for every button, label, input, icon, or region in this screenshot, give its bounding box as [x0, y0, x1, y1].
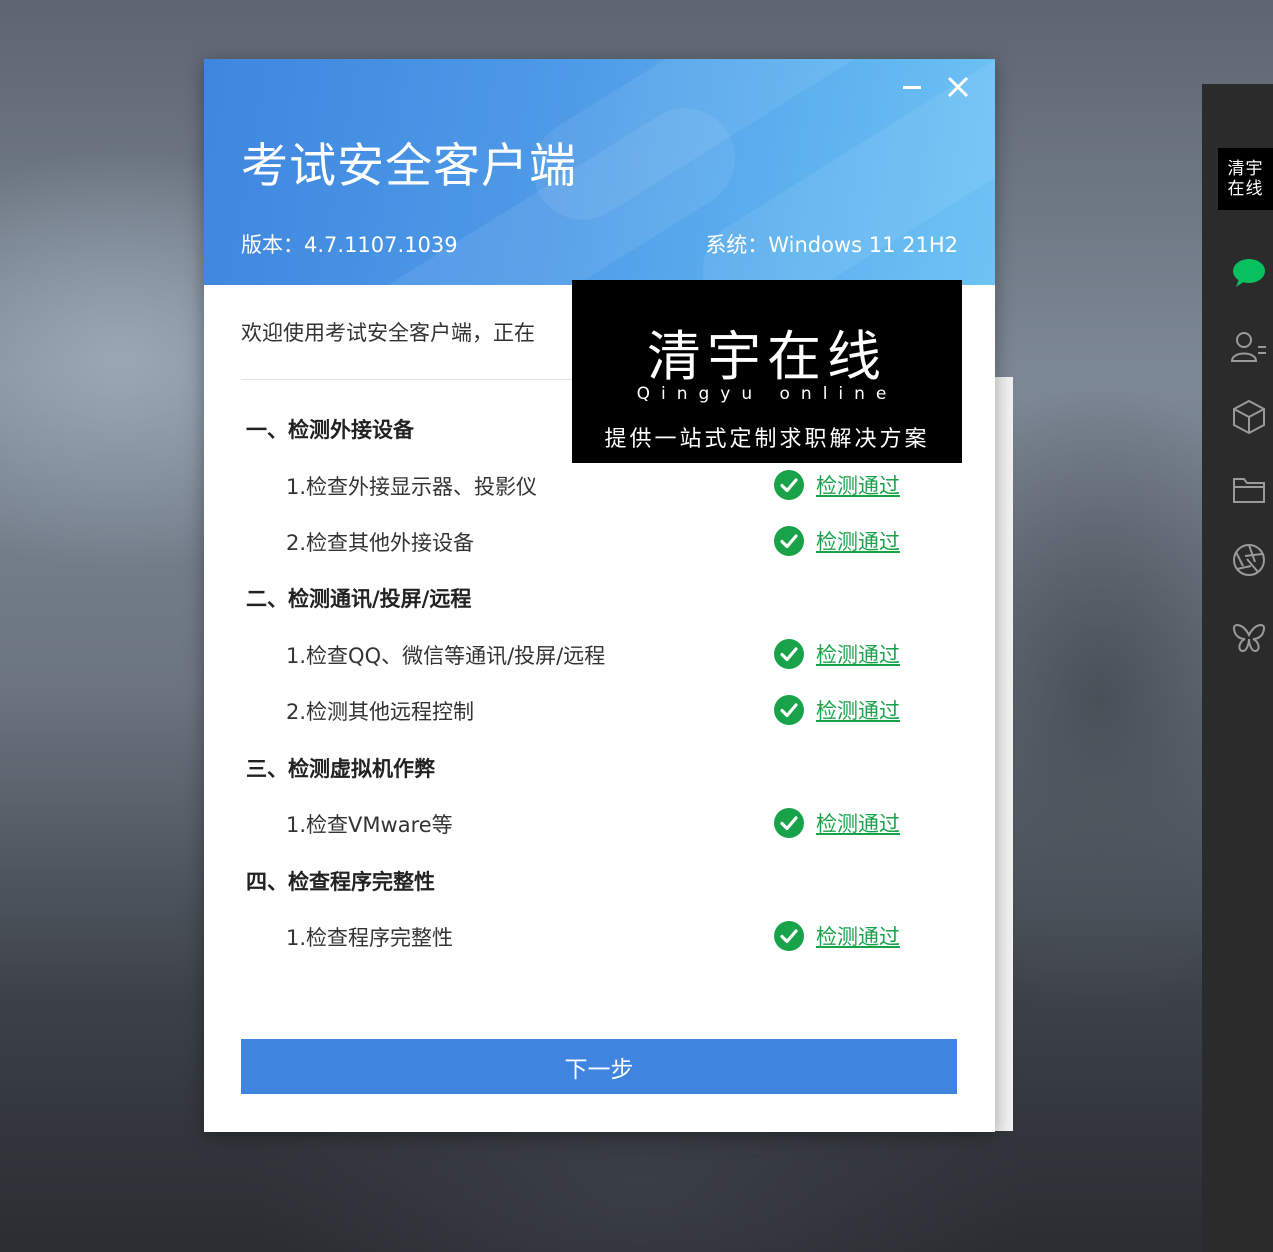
background-panel [995, 377, 1013, 1131]
contacts-icon[interactable] [1228, 325, 1270, 367]
check-status: 检测通过 [774, 921, 900, 951]
check-circle-icon [774, 639, 804, 669]
check-item-label: 2.检测其他远程控制 [286, 700, 475, 724]
check-item-label: 1.检查外接显示器、投影仪 [286, 475, 538, 499]
close-icon [947, 76, 969, 98]
watermark-overlay: 清宇在线 Qingyu online 提供一站式定制求职解决方案 [572, 280, 962, 463]
folder-icon[interactable] [1228, 468, 1270, 510]
status-text[interactable]: 检测通过 [816, 921, 900, 951]
check-circle-icon [774, 470, 804, 500]
check-item-label: 2.检查其他外接设备 [286, 531, 475, 555]
status-text[interactable]: 检测通过 [816, 470, 900, 500]
check-item-label: 1.检查VMware等 [286, 813, 453, 837]
status-text[interactable]: 检测通过 [816, 639, 900, 669]
app-sidebar: 清宇 在线 [1202, 84, 1273, 1252]
check-status: 检测通过 [774, 808, 900, 838]
check-item-label: 1.检查程序完整性 [286, 926, 454, 950]
status-text[interactable]: 检测通过 [816, 695, 900, 725]
cube-icon[interactable] [1228, 396, 1270, 438]
app-title: 考试安全客户端 [241, 139, 577, 194]
check-status: 检测通过 [774, 526, 900, 556]
section-title: 二、检测通讯/投屏/远程 [246, 587, 472, 611]
close-button[interactable] [944, 73, 972, 101]
sidebar-logo-line1: 清宇 [1227, 159, 1264, 179]
section-title: 四、检查程序完整性 [246, 870, 435, 894]
check-status: 检测通过 [774, 695, 900, 725]
watermark-subtitle: Qingyu online [636, 384, 898, 404]
welcome-text: 欢迎使用考试安全客户端，正在 [241, 321, 535, 345]
sidebar-logo-line2: 在线 [1227, 179, 1264, 199]
status-text[interactable]: 检测通过 [816, 526, 900, 556]
watermark-title: 清宇在线 [647, 325, 887, 388]
check-status: 检测通过 [774, 639, 900, 669]
check-status: 检测通过 [774, 470, 900, 500]
aperture-icon[interactable] [1228, 539, 1270, 581]
sidebar-logo: 清宇 在线 [1218, 148, 1273, 210]
check-circle-icon [774, 695, 804, 725]
section-title: 三、检测虚拟机作弊 [246, 757, 435, 781]
next-step-button[interactable]: 下一步 [241, 1039, 957, 1094]
chat-icon[interactable] [1228, 252, 1270, 294]
version-label: 版本：4.7.1107.1039 [241, 233, 458, 257]
dialog-header: 考试安全客户端 版本：4.7.1107.1039 系统：Windows 11 2… [204, 59, 995, 285]
minimize-button[interactable] [901, 73, 925, 101]
exam-client-dialog: 考试安全客户端 版本：4.7.1107.1039 系统：Windows 11 2… [204, 59, 995, 1132]
watermark-slogan: 提供一站式定制求职解决方案 [604, 427, 930, 452]
minimize-icon [903, 86, 921, 89]
check-circle-icon [774, 526, 804, 556]
check-item-label: 1.检查QQ、微信等通讯/投屏/远程 [286, 644, 606, 668]
section-title: 一、检测外接设备 [246, 418, 414, 442]
butterfly-icon[interactable] [1228, 616, 1270, 658]
status-text[interactable]: 检测通过 [816, 808, 900, 838]
check-circle-icon [774, 808, 804, 838]
check-circle-icon [774, 921, 804, 951]
system-label: 系统：Windows 11 21H2 [705, 233, 958, 257]
